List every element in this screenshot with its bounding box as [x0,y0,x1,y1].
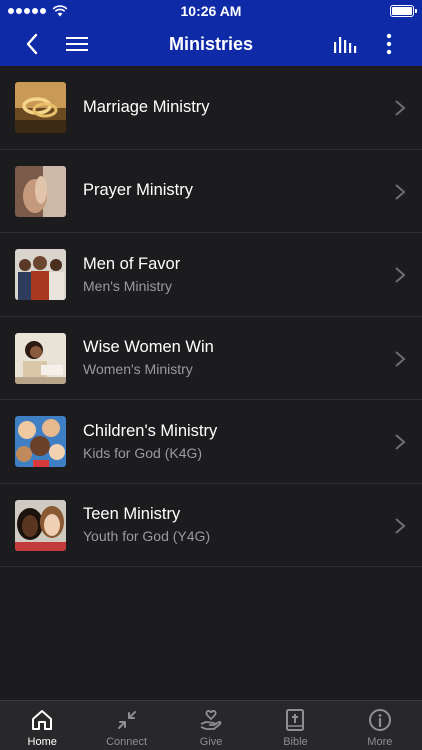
men-ministry-thumbnail [15,249,66,300]
ministry-title: Marriage Ministry [83,97,210,116]
give-icon [200,710,222,730]
prayer-ministry-thumbnail [15,165,66,217]
tab-home[interactable]: Home [0,701,84,750]
children-ministry-thumbnail [15,416,66,467]
tab-give[interactable]: Give [169,701,253,750]
ministry-title: Prayer Ministry [83,181,194,200]
chevron-right-icon [395,100,406,116]
ministry-subtitle: Youth for God (Y4G) [83,528,211,545]
audio-button[interactable] [330,22,360,66]
tab-bible[interactable]: Bible [253,701,337,750]
women-ministry-thumbnail [15,332,66,384]
wifi-icon [52,5,68,17]
signal-strength-icon [8,8,46,14]
tab-more[interactable]: More [338,701,422,750]
marriage-ministry-thumbnail [15,82,66,133]
tab-label: Home [27,736,57,748]
ministry-item-women[interactable]: Wise Women Win Women's Ministry [0,317,422,400]
tab-label: Give [199,736,223,748]
more-options-button[interactable] [376,22,402,66]
chevron-right-icon [395,434,406,450]
teen-ministry-thumbnail [15,499,66,551]
vertical-ellipsis-icon [386,33,392,55]
chevron-right-icon [395,267,406,283]
chevron-right-icon [395,183,406,200]
home-icon [32,710,53,730]
ministry-title: Children's Ministry [83,421,218,440]
ministry-title: Wise Women Win [83,338,214,357]
tab-connect[interactable]: Connect [84,701,168,750]
ministry-subtitle: Men's Ministry [83,277,173,294]
ministry-item-marriage[interactable]: Marriage Ministry [0,66,422,150]
tab-label: Bible [283,736,308,748]
back-button[interactable] [14,22,50,66]
bible-icon [286,709,305,731]
ministry-item-teen[interactable]: Teen Ministry Youth for God (Y4G) [0,484,422,567]
battery-icon [390,5,417,17]
ministry-subtitle: Women's Ministry [83,361,193,378]
info-icon [368,709,391,731]
ministry-subtitle: Kids for God (K4G) [83,444,203,461]
chevron-right-icon [395,350,406,367]
chevron-right-icon [395,517,406,534]
equalizer-icon [334,37,357,53]
menu-button[interactable] [62,22,92,66]
hamburger-menu-icon [66,37,88,51]
tab-bar: Home Connect Give Bible More [0,700,422,750]
nav-bar: Ministries [0,22,422,66]
connect-icon [117,711,136,729]
ministry-title: Men of Favor [83,254,181,273]
status-bar: 10:26 AM [0,0,422,22]
ministry-item-prayer[interactable]: Prayer Ministry [0,150,422,233]
chevron-left-icon [26,33,38,55]
tab-label: More [367,736,393,748]
tab-label: Connect [106,736,148,748]
ministry-list: Marriage Ministry Prayer Ministry Men of… [0,66,422,567]
ministry-item-men[interactable]: Men of Favor Men's Ministry [0,233,422,317]
ministry-title: Teen Ministry [83,505,181,524]
ministry-item-children[interactable]: Children's Ministry Kids for God (K4G) [0,400,422,484]
